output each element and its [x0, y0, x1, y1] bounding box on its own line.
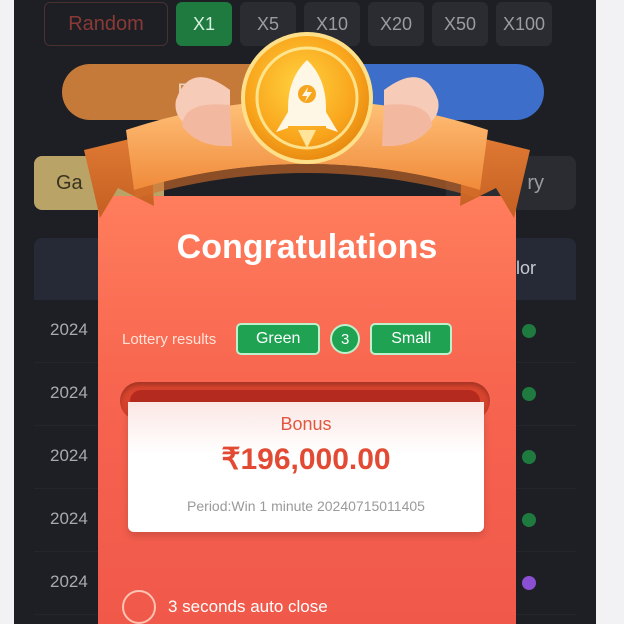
autoclose-row[interactable]: 3 seconds auto close: [122, 590, 328, 624]
column-color: lor: [515, 258, 536, 278]
color-dot: [522, 387, 536, 401]
color-dot: [522, 513, 536, 527]
lottery-results-row: Lottery results Green 3 Small: [122, 323, 453, 355]
lottery-results-label: Lottery results: [122, 330, 217, 348]
win-popup: Congratulations Lottery results Green 3 …: [98, 196, 516, 624]
bonus-label: Bonus: [280, 414, 332, 434]
period-text: Period:Win 1 minute 20240715011405: [187, 498, 425, 514]
result-number-chip: 3: [330, 324, 361, 354]
autoclose-label: 3 seconds auto close: [168, 597, 328, 616]
emblem-badge: [84, 32, 530, 218]
autoclose-checkbox[interactable]: [122, 590, 156, 624]
row-period: 2024: [50, 320, 88, 339]
result-size-chip: Small: [370, 323, 453, 355]
bonus-ticket: Bonus ₹196,000.00 Period:Win 1 minute 20…: [128, 402, 484, 532]
bonus-amount: ₹196,000.00: [221, 443, 391, 476]
color-dot: [522, 324, 536, 338]
popup-title: Congratulations: [176, 228, 438, 266]
result-color-chip: Green: [236, 323, 321, 355]
color-dot: [522, 450, 536, 464]
row-period: 2024: [50, 383, 88, 402]
row-period: 2024: [50, 509, 88, 528]
color-dot: [522, 576, 536, 590]
row-period: 2024: [50, 446, 88, 465]
row-period: 2024: [50, 572, 88, 591]
